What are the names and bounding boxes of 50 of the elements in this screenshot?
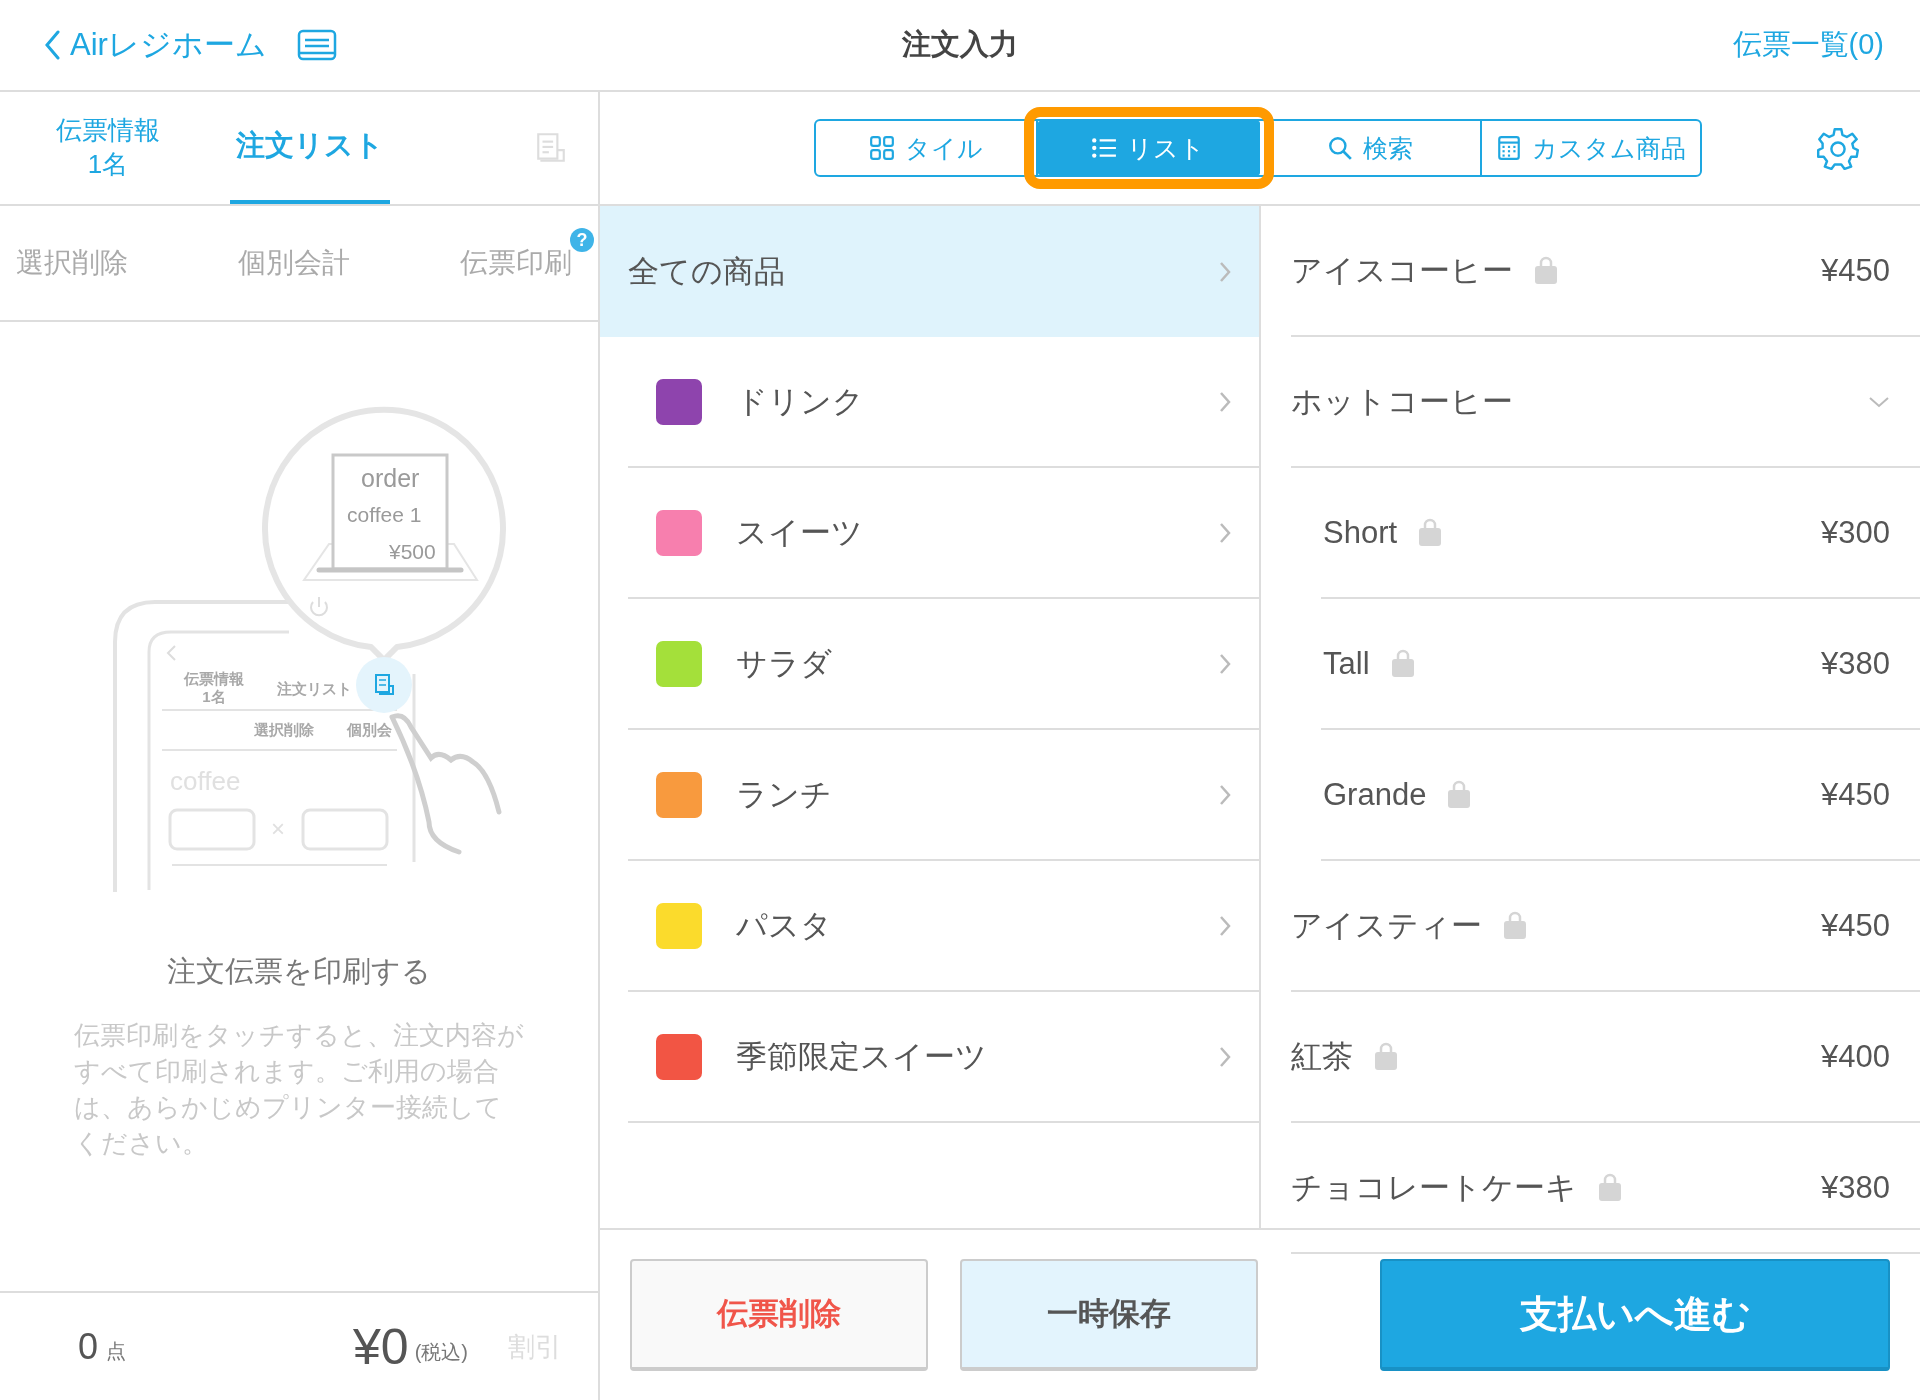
chevron-right-icon bbox=[1219, 783, 1231, 806]
product-item[interactable]: チョコレートケーキ ¥380 bbox=[1291, 1123, 1920, 1254]
mini-tab-text: 注文リスト bbox=[276, 680, 352, 697]
category-item[interactable]: ドリンク bbox=[628, 337, 1259, 468]
search-icon bbox=[1327, 135, 1353, 161]
total-amount: ¥0 bbox=[353, 1317, 409, 1376]
list-icon bbox=[1091, 135, 1117, 161]
mini-back-icon bbox=[166, 645, 176, 661]
product-item[interactable]: Short ¥300 bbox=[1321, 468, 1920, 599]
chevron-right-icon bbox=[1219, 390, 1231, 413]
chevron-right-icon bbox=[1219, 914, 1231, 937]
category-item[interactable]: パスタ bbox=[628, 861, 1259, 992]
product-item[interactable]: アイスティー ¥450 bbox=[1291, 861, 1920, 992]
product-item[interactable]: 紅茶 ¥400 bbox=[1291, 992, 1920, 1123]
save-temporarily-button[interactable]: 一時保存 bbox=[960, 1259, 1258, 1371]
back-chevron-icon bbox=[44, 30, 60, 60]
screen-title: 注文入力 bbox=[902, 27, 1018, 62]
receipt-text: coffee 1 bbox=[347, 503, 422, 526]
mini-action-text: 選択削除 bbox=[254, 721, 314, 738]
count-unit: 点 bbox=[106, 1339, 127, 1364]
category-item[interactable]: サラダ bbox=[628, 599, 1259, 730]
power-icon bbox=[310, 596, 328, 617]
mini-tab-text: 1名 bbox=[202, 688, 226, 705]
chevron-right-icon bbox=[1219, 521, 1231, 544]
delete-slip-button[interactable]: 伝票削除 bbox=[630, 1259, 928, 1371]
tax-note: (税込) bbox=[414, 1340, 468, 1365]
chevron-right-icon bbox=[1219, 1045, 1231, 1068]
chevron-right-icon bbox=[1219, 652, 1231, 675]
card-reader-icon[interactable] bbox=[296, 29, 337, 61]
receipt-text: order bbox=[361, 464, 420, 492]
mini-action-text: 個別会 bbox=[346, 721, 392, 738]
product-item[interactable]: ホットコーヒー bbox=[1291, 337, 1920, 468]
settings-icon[interactable] bbox=[1816, 126, 1860, 170]
tap-highlight bbox=[356, 657, 412, 713]
category-item[interactable]: 季節限定スイーツ bbox=[628, 992, 1259, 1123]
empty-state-title: 注文伝票を印刷する bbox=[167, 954, 431, 989]
mini-receipt-icon bbox=[375, 674, 394, 695]
product-item[interactable]: アイスコーヒー ¥450 bbox=[1291, 206, 1920, 337]
grid-icon bbox=[869, 135, 895, 161]
product-item[interactable]: Tall ¥380 bbox=[1321, 599, 1920, 730]
calculator-icon bbox=[1496, 135, 1522, 161]
category-item[interactable]: 全ての商品 bbox=[600, 206, 1259, 337]
product-item[interactable]: Grande ¥450 bbox=[1321, 730, 1920, 861]
mini-tab-text: 伝票情報 bbox=[184, 670, 244, 687]
chevron-right-icon bbox=[1219, 260, 1231, 283]
mini-times-text: × bbox=[271, 815, 285, 842]
category-item[interactable]: ランチ bbox=[628, 730, 1259, 861]
receipt-text: ¥500 bbox=[389, 540, 436, 563]
category-item[interactable]: スイーツ bbox=[628, 468, 1259, 599]
item-count: 0 bbox=[78, 1325, 99, 1368]
